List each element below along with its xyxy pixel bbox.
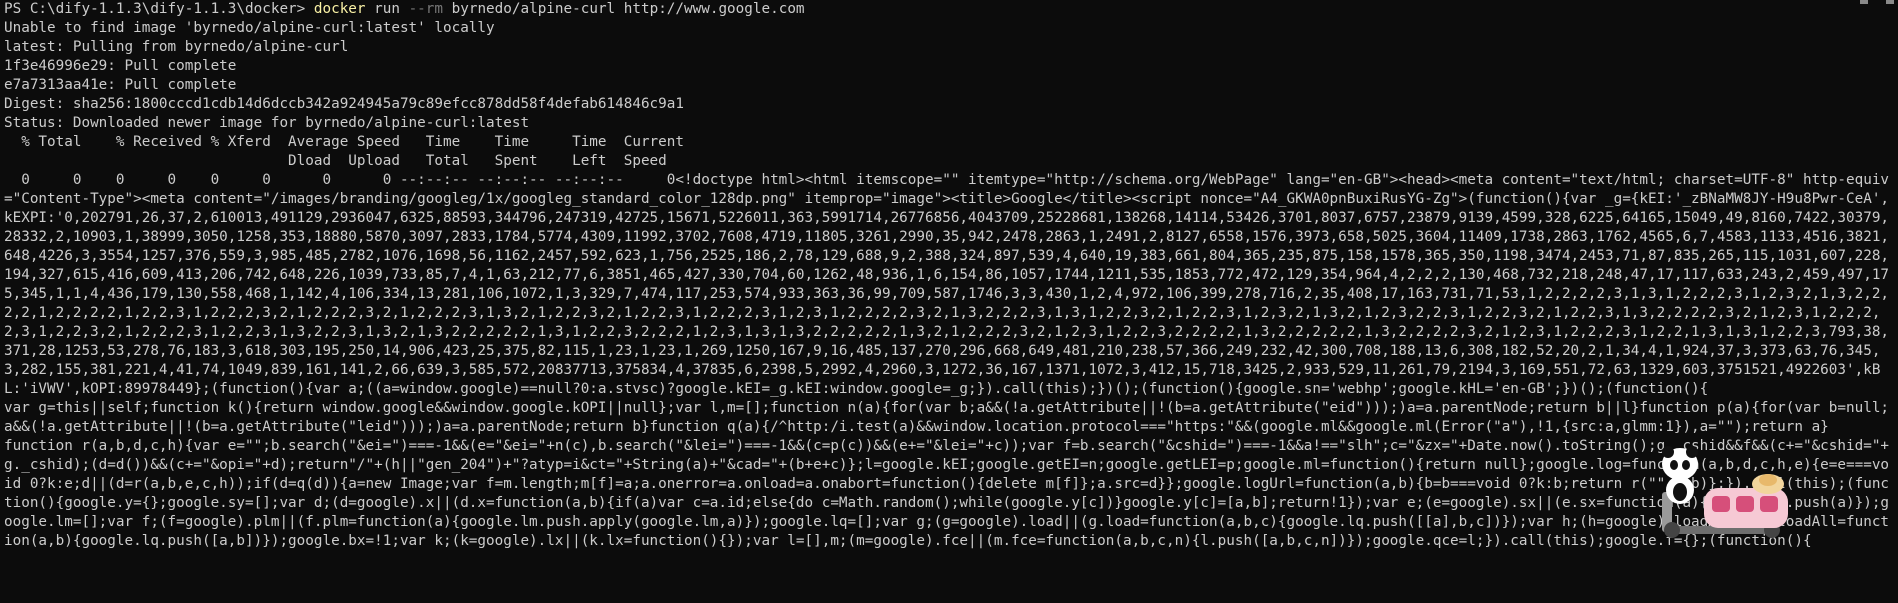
panda-scooter-icon <box>1662 446 1788 538</box>
output-line: latest: Pulling from byrnedo/alpine-curl <box>4 39 349 55</box>
output-line: 1f3e46996e29: Pull complete <box>4 58 237 74</box>
curl-progress-header: % Total % Received % Xferd Average Speed… <box>4 134 684 150</box>
curl-progress-header: Dload Upload Total Spent Left Speed <box>4 153 667 169</box>
command-text: run <box>365 1 409 17</box>
prompt-text: PS C:\dify-1.1.3\dify-1.1.3\docker> <box>4 1 314 17</box>
command-name: docker <box>313 1 366 17</box>
command-line: PS C:\dify-1.1.3\dify-1.1.3\docker> dock… <box>4 0 1896 19</box>
scroll-marker <box>1860 0 1868 4</box>
output-line: Unable to find image 'byrnedo/alpine-cur… <box>4 20 495 36</box>
scroll-marker <box>1886 0 1894 4</box>
output-line: Status: Downloaded newer image for byrne… <box>4 115 530 131</box>
command-flag: --rm <box>408 1 444 17</box>
output-line: Digest: sha256:1800cccd1cdb14d6dccb342a9… <box>4 96 684 112</box>
output-line: e7a7313aa41e: Pull complete <box>4 77 237 93</box>
terminal-window[interactable]: PS C:\dify-1.1.3\dify-1.1.3\docker> dock… <box>0 0 1898 603</box>
curl-html-output: 0 0 0 0 0 0 0 0 --:--:-- --:--:-- --:--:… <box>4 172 1890 549</box>
command-args: byrnedo/alpine-curl http://www.google.co… <box>443 1 805 17</box>
